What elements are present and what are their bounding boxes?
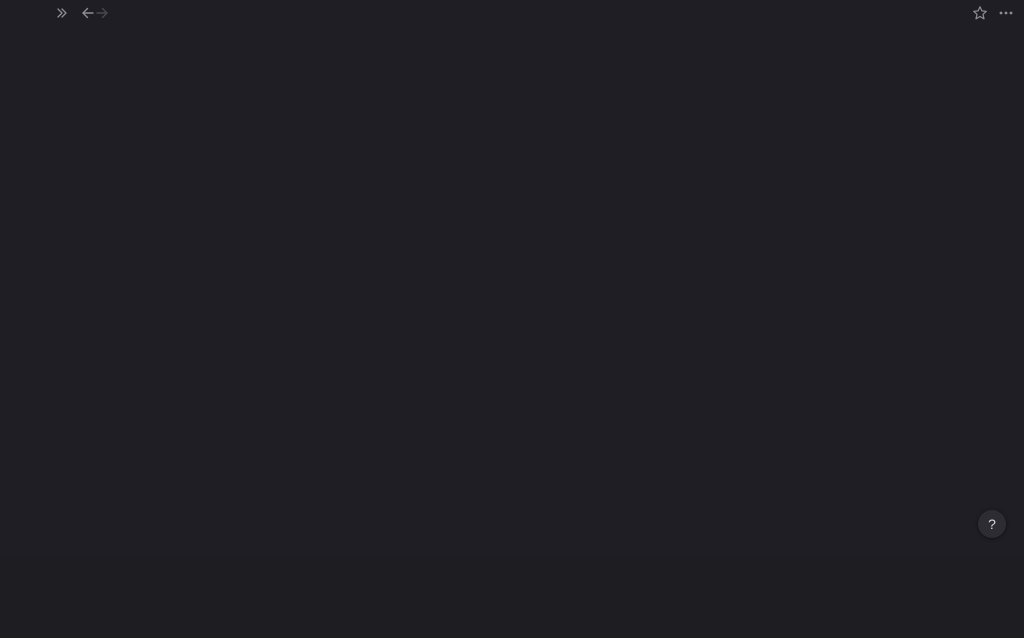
forward-button[interactable] <box>94 4 110 22</box>
favorite-button[interactable] <box>970 3 990 23</box>
more-horizontal-icon <box>999 11 1013 15</box>
help-button[interactable]: ? <box>978 510 1006 538</box>
arrow-right-icon <box>96 7 108 19</box>
app-window: ? <box>0 0 1024 638</box>
main-content: ? <box>0 0 1024 554</box>
chevrons-right-icon <box>57 8 67 18</box>
help-label: ? <box>988 516 996 532</box>
more-options-button[interactable] <box>996 3 1016 23</box>
top-bar <box>0 0 1024 27</box>
arrow-left-icon <box>82 7 94 19</box>
expand-sidebar-button[interactable] <box>53 4 71 22</box>
bottom-area <box>0 554 1024 638</box>
star-icon <box>973 6 987 20</box>
